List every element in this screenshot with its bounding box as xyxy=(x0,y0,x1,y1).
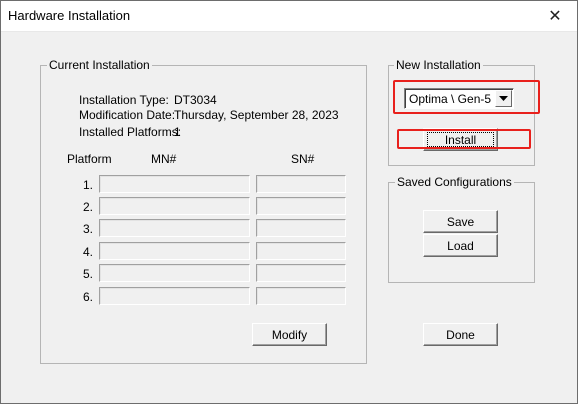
close-button[interactable]: ✕ xyxy=(533,1,577,31)
modification-date-label: Modification Date: xyxy=(79,108,176,122)
installed-platforms-label: Installed Platforms: xyxy=(79,125,182,139)
platform-row-number: 2. xyxy=(83,200,94,214)
platform-column-header: Platform xyxy=(67,152,112,166)
sn-field-3[interactable] xyxy=(256,219,346,237)
current-installation-label: Current Installation xyxy=(47,58,152,72)
platform-row-number: 3. xyxy=(83,222,94,236)
modify-button[interactable]: Modify xyxy=(252,323,327,346)
platform-row-number: 5. xyxy=(83,267,94,281)
platform-row-number: 4. xyxy=(83,245,94,259)
sn-field-2[interactable] xyxy=(256,197,346,215)
save-button[interactable]: Save xyxy=(423,210,498,233)
platform-row-number: 1. xyxy=(83,178,94,192)
sn-field-4[interactable] xyxy=(256,242,346,260)
platform-row-number: 6. xyxy=(83,290,94,304)
new-installation-label: New Installation xyxy=(394,58,483,72)
mn-field-4[interactable] xyxy=(99,242,250,260)
mn-column-header: MN# xyxy=(151,152,177,166)
installation-type-label: Installation Type: xyxy=(79,93,169,107)
sn-field-5[interactable] xyxy=(256,264,346,282)
mn-field-2[interactable] xyxy=(99,197,250,215)
title-bar: Hardware Installation ✕ xyxy=(1,1,577,32)
hardware-installation-dialog: Hardware Installation ✕ Current Installa… xyxy=(0,0,578,404)
install-highlight-box xyxy=(397,129,531,149)
sn-column-header: SN# xyxy=(291,152,315,166)
select-highlight-box xyxy=(393,80,540,114)
load-button[interactable]: Load xyxy=(423,234,498,257)
window-title: Hardware Installation xyxy=(8,8,131,23)
mn-field-6[interactable] xyxy=(99,287,250,305)
saved-configurations-label: Saved Configurations xyxy=(395,175,514,189)
modification-date-value: Thursday, September 28, 2023 xyxy=(174,108,339,122)
mn-field-5[interactable] xyxy=(99,264,250,282)
sn-field-6[interactable] xyxy=(256,287,346,305)
mn-field-1[interactable] xyxy=(99,175,250,193)
installed-platforms-value: 1 xyxy=(174,125,181,139)
installation-type-value: DT3034 xyxy=(174,93,217,107)
done-button[interactable]: Done xyxy=(423,323,498,346)
close-icon: ✕ xyxy=(548,8,562,25)
mn-field-3[interactable] xyxy=(99,219,250,237)
sn-field-1[interactable] xyxy=(256,175,346,193)
